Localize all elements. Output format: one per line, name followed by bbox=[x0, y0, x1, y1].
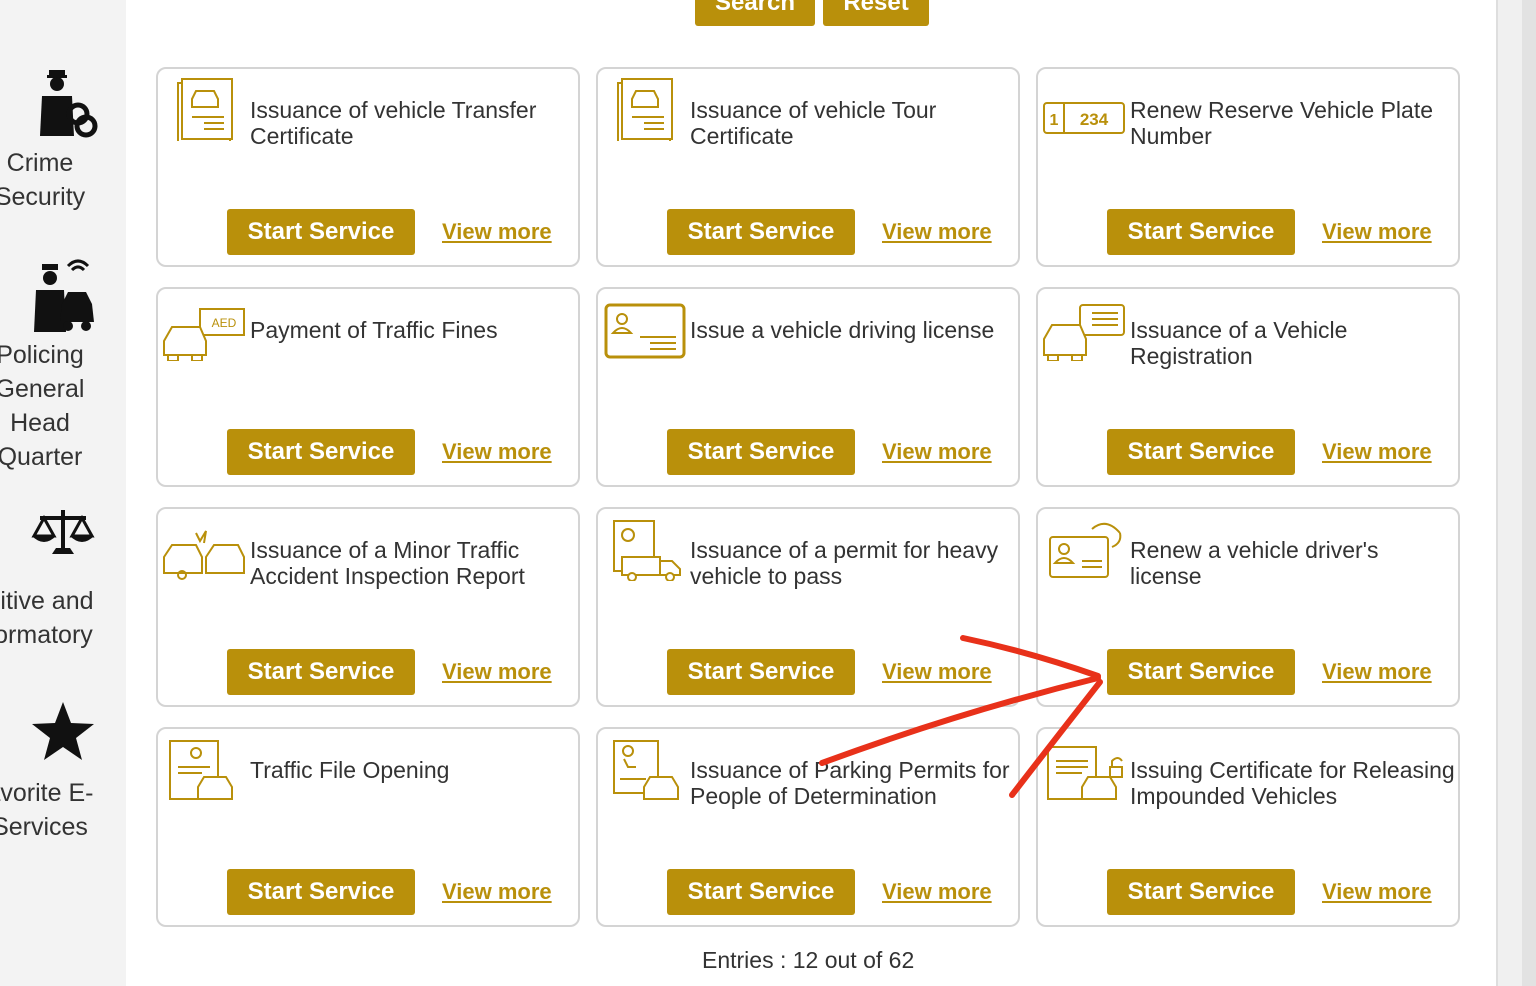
service-title: Issuance of vehicle Transfer Certificate bbox=[250, 97, 537, 149]
start-service-button[interactable]: Start Service bbox=[1107, 209, 1295, 255]
view-more-link[interactable]: View more bbox=[442, 439, 552, 465]
view-more-link[interactable]: View more bbox=[442, 219, 552, 245]
window-edge bbox=[1522, 0, 1536, 986]
sidebar-item-punitive-reformatory[interactable]: nitive and formatory bbox=[0, 506, 126, 649]
view-more-link[interactable]: View more bbox=[1322, 439, 1432, 465]
service-card-heavy-vehicle-permit: Issuance of a permit for heavy vehicle t… bbox=[596, 507, 1020, 707]
reset-button[interactable]: Reset bbox=[823, 0, 929, 26]
plate-number-text: 234 bbox=[1080, 110, 1109, 129]
service-card-traffic-fines: AED Payment of Traffic Fines Start Servi… bbox=[156, 287, 580, 487]
start-service-button[interactable]: Start Service bbox=[667, 429, 855, 475]
view-more-link[interactable]: View more bbox=[1322, 219, 1432, 245]
service-title: Issuance of Parking Permits for People o… bbox=[690, 757, 1010, 809]
fine-currency-text: AED bbox=[212, 316, 237, 330]
search-button[interactable]: Search bbox=[695, 0, 815, 26]
view-more-link[interactable]: View more bbox=[1322, 659, 1432, 685]
traffic-file-icon bbox=[169, 740, 233, 800]
license-card-icon bbox=[604, 303, 686, 359]
sidebar-item-label: avorite E- Services bbox=[0, 779, 94, 841]
police-handcuffs-icon bbox=[40, 70, 98, 138]
service-title: Payment of Traffic Fines bbox=[250, 317, 498, 343]
police-car-icon bbox=[34, 259, 94, 332]
sidebar-item-label: nitive and formatory bbox=[0, 587, 94, 649]
service-title: Traffic File Opening bbox=[250, 757, 450, 783]
car-fine-icon: AED bbox=[163, 308, 245, 361]
start-service-button[interactable]: Start Service bbox=[667, 649, 855, 695]
view-more-link[interactable]: View more bbox=[882, 659, 992, 685]
start-service-button[interactable]: Start Service bbox=[227, 429, 415, 475]
service-card-renew-reserve-plate: 1 234 Renew Reserve Vehicle Plate Number… bbox=[1036, 67, 1460, 267]
service-card-impounded-vehicle-release: Issuing Certificate for Releasing Impoun… bbox=[1036, 727, 1460, 927]
car-accident-icon bbox=[163, 530, 245, 580]
start-service-button[interactable]: Start Service bbox=[227, 649, 415, 695]
service-card-vehicle-transfer-certificate: Issuance of vehicle Transfer Certificate… bbox=[156, 67, 580, 267]
start-service-button[interactable]: Start Service bbox=[1107, 869, 1295, 915]
document-car-icon bbox=[617, 78, 673, 141]
truck-permit-icon bbox=[613, 520, 681, 581]
start-service-button[interactable]: Start Service bbox=[227, 869, 415, 915]
start-service-button[interactable]: Start Service bbox=[667, 869, 855, 915]
service-title: Renew Reserve Vehicle Plate Number bbox=[1130, 97, 1433, 149]
sidebar-item-label: Crime Security bbox=[0, 149, 86, 211]
start-service-button[interactable]: Start Service bbox=[667, 209, 855, 255]
service-title: Renew a vehicle driver's license bbox=[1130, 537, 1379, 589]
view-more-link[interactable]: View more bbox=[882, 219, 992, 245]
view-more-link[interactable]: View more bbox=[442, 659, 552, 685]
document-car-icon bbox=[177, 78, 233, 141]
sidebar-item-label: Policing General Head Quarter bbox=[0, 341, 85, 471]
service-card-minor-accident-report: Issuance of a Minor Traffic Accident Ins… bbox=[156, 507, 580, 707]
plate-number-icon: 1 234 bbox=[1043, 102, 1125, 134]
entries-count: Entries : 12 out of 62 bbox=[702, 947, 915, 973]
sidebar: Crime Security Policing General Head Qua… bbox=[0, 0, 126, 986]
license-renew-icon bbox=[1049, 522, 1122, 578]
sidebar-item-policing-general-head-quarter[interactable]: Policing General Head Quarter bbox=[0, 256, 126, 471]
service-title: Issuance of vehicle Tour Certificate bbox=[690, 97, 937, 149]
view-more-link[interactable]: View more bbox=[1322, 879, 1432, 905]
service-card-driving-license: Issue a vehicle driving license Start Se… bbox=[596, 287, 1020, 487]
car-registration-icon bbox=[1043, 304, 1125, 361]
star-icon bbox=[32, 702, 94, 760]
service-title: Issuance of a permit for heavy vehicle t… bbox=[690, 537, 999, 589]
view-more-link[interactable]: View more bbox=[882, 879, 992, 905]
service-title: Issuance of a Minor Traffic Accident Ins… bbox=[250, 537, 525, 589]
start-service-button[interactable]: Start Service bbox=[1107, 429, 1295, 475]
service-card-vehicle-tour-certificate: Issuance of vehicle Tour Certificate Sta… bbox=[596, 67, 1020, 267]
service-card-traffic-file-opening: Traffic File Opening Start Service View … bbox=[156, 727, 580, 927]
service-card-vehicle-registration: Issuance of a Vehicle Registration Start… bbox=[1036, 287, 1460, 487]
service-title: Issuance of a Vehicle Registration bbox=[1130, 317, 1348, 369]
scales-icon bbox=[31, 510, 95, 554]
sidebar-item-favorite-e-services[interactable]: avorite E- Services bbox=[0, 700, 126, 841]
view-more-link[interactable]: View more bbox=[442, 879, 552, 905]
service-title: Issuing Certificate for Releasing Impoun… bbox=[1130, 757, 1455, 809]
start-service-button[interactable]: Start Service bbox=[1107, 649, 1295, 695]
service-card-renew-driver-license: Renew a vehicle driver's license Start S… bbox=[1036, 507, 1460, 707]
accessible-parking-icon bbox=[613, 740, 679, 800]
service-title: Issue a vehicle driving license bbox=[690, 317, 995, 343]
view-more-link[interactable]: View more bbox=[882, 439, 992, 465]
service-card-parking-permit-determination: Issuance of Parking Permits for People o… bbox=[596, 727, 1020, 927]
sidebar-item-crime-security[interactable]: Crime Security bbox=[0, 66, 126, 211]
plate-digit-text: 1 bbox=[1050, 112, 1059, 129]
impounded-release-icon bbox=[1047, 746, 1123, 800]
start-service-button[interactable]: Start Service bbox=[227, 209, 415, 255]
